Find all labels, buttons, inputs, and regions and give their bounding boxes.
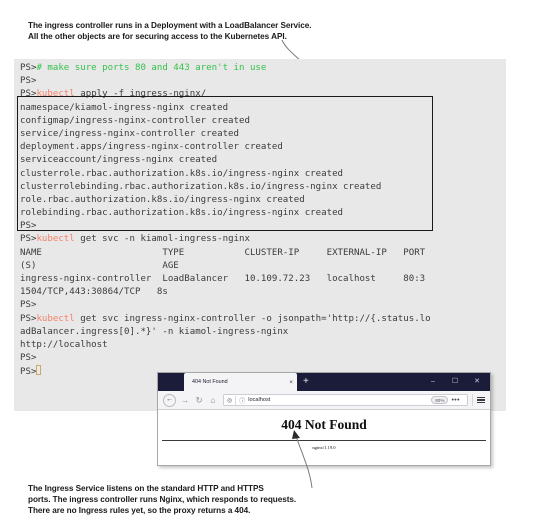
bottom-annotation-text: The Ingress Service listens on the stand…: [28, 484, 297, 516]
terminal-line: namespace/kiamol-ingress-nginx created: [20, 102, 229, 113]
shield-icon[interactable]: ◎: [227, 397, 235, 404]
browser-tab[interactable]: 404 Not Found ×: [184, 373, 297, 391]
terminal-line: PS># make sure ports 80 and 443 aren't i…: [20, 63, 267, 73]
terminal-window[interactable]: PS># make sure ports 80 and 443 aren't i…: [14, 59, 506, 411]
home-icon[interactable]: ⌂: [206, 391, 220, 410]
info-icon[interactable]: ⓘ: [239, 396, 248, 405]
browser-window[interactable]: 404 Not Found × + – ☐ ✕ ← → ↻ ⌂ ◎ ⓘ loca…: [157, 372, 491, 466]
terminal-line: PS>kubectl get svc -n kiamol-ingress-ngi…: [20, 234, 250, 245]
browser-page-content: 404 Not Found nginx/1.19.0: [158, 410, 490, 465]
terminal-line: 1504/TCP,443:30864/TCP 8s: [20, 287, 168, 298]
terminal-line: role.rbac.authorization.k8s.io/ingress-n…: [20, 194, 305, 205]
top-annotation-text: The ingress controller runs in a Deploym…: [28, 21, 312, 42]
toolbar-divider: [472, 394, 473, 406]
browser-tab-title: 404 Not Found: [192, 379, 228, 385]
terminal-line: PS>kubectl apply -f ingress-nginx/: [20, 89, 207, 100]
new-tab-icon[interactable]: +: [297, 373, 315, 391]
browser-titlebar: 404 Not Found × + – ☐ ✕: [158, 373, 490, 391]
terminal-line: PS>: [20, 221, 37, 232]
browser-toolbar: ← → ↻ ⌂ ◎ ⓘ localhost 80% •••: [158, 391, 490, 410]
url-bar[interactable]: ◎ ⓘ localhost 80% •••: [223, 394, 468, 406]
close-window-icon[interactable]: ✕: [466, 373, 488, 391]
terminal-line: (S) AGE: [20, 260, 179, 271]
terminal-line: PS>: [20, 76, 37, 87]
page-divider: [162, 440, 486, 441]
terminal-line: rolebinding.rbac.authorization.k8s.io/in…: [20, 208, 344, 219]
terminal-line: service/ingress-nginx-controller created: [20, 128, 239, 139]
tab-close-icon[interactable]: ×: [286, 379, 293, 386]
back-icon[interactable]: ←: [163, 393, 176, 407]
terminal-cursor: [36, 365, 42, 376]
terminal-line: adBalancer.ingress[0].*}' -n kiamol-ingr…: [20, 326, 289, 337]
terminal-line: PS>kubectl get svc ingress-nginx-control…: [20, 313, 431, 324]
hamburger-menu-icon[interactable]: [477, 396, 485, 404]
terminal-line: http://localhost: [20, 339, 108, 350]
terminal-line: serviceaccount/ingress-nginx created: [20, 155, 218, 166]
terminal-line: clusterrolebinding.rbac.authorization.k8…: [20, 181, 382, 192]
terminal-line: ingress-nginx-controller LoadBalancer 10…: [20, 274, 426, 284]
page-heading: 404 Not Found: [281, 417, 367, 432]
reload-icon[interactable]: ↻: [192, 391, 206, 410]
urlbar-divider: [235, 395, 237, 405]
terminal-line: PS>: [20, 353, 37, 364]
url-text: localhost: [248, 397, 271, 403]
page-server-signature: nginx/1.19.0: [312, 445, 336, 450]
terminal-line: PS>: [20, 300, 37, 311]
page-actions-icon[interactable]: •••: [451, 397, 460, 404]
terminal-line: clusterrole.rbac.authorization.k8s.io/in…: [20, 168, 344, 179]
forward-icon[interactable]: →: [178, 391, 192, 410]
tab-strip-spacer: [158, 373, 184, 391]
terminal-line: configmap/ingress-nginx-controller creat…: [20, 115, 250, 126]
terminal-line: NAME TYPE CLUSTER-IP EXTERNAL-IP PORT: [20, 247, 426, 258]
maximize-icon[interactable]: ☐: [444, 373, 466, 391]
minimize-icon[interactable]: –: [422, 373, 444, 391]
zoom-level-badge[interactable]: 80%: [431, 396, 449, 404]
window-controls: – ☐ ✕: [422, 373, 490, 391]
terminal-line: deployment.apps/ingress-nginx-controller…: [20, 142, 283, 153]
